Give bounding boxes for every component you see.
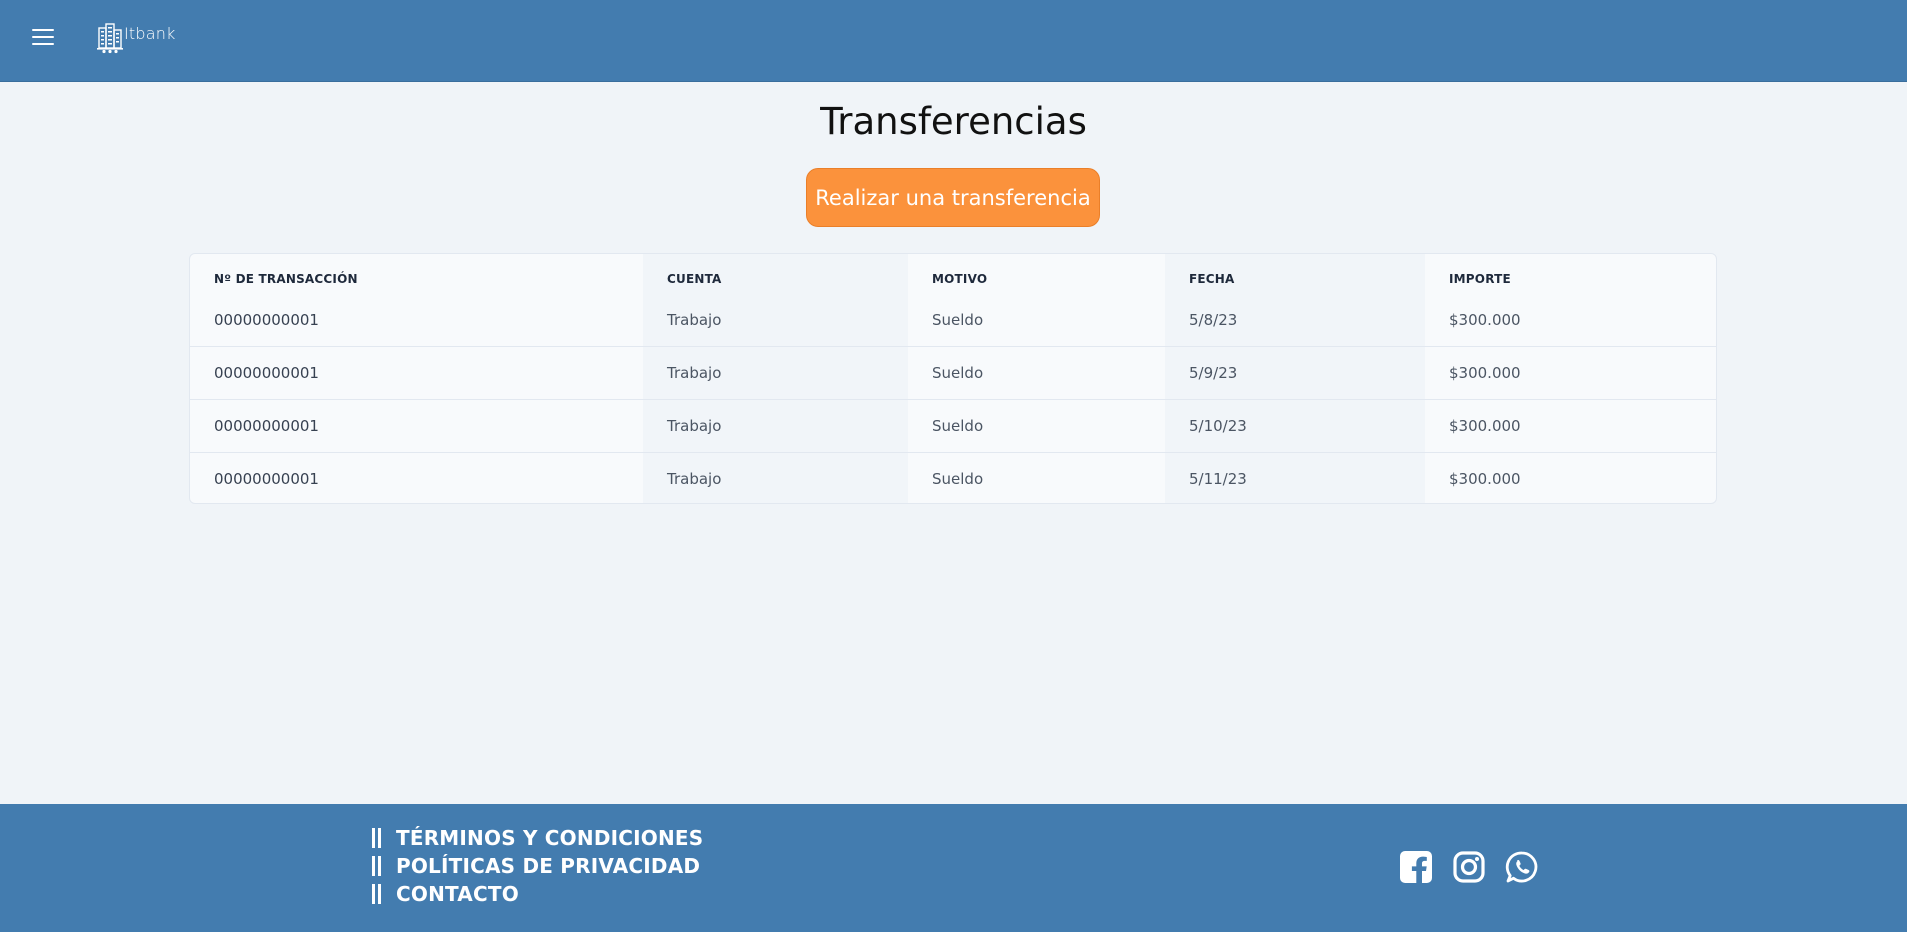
footer-link-label: TÉRMINOS Y CONDICIONES xyxy=(396,826,704,850)
cell-amount: $300.000 xyxy=(1425,345,1716,399)
cell-reason: Sueldo xyxy=(932,310,984,329)
cell-amount: $300.000 xyxy=(1425,451,1716,503)
cell-account: Trabajo xyxy=(643,345,908,399)
table-row[interactable]: 00000000001 Trabajo Sueldo 5/8/23 $300.0… xyxy=(190,294,1716,346)
logo[interactable]: Itbank xyxy=(97,22,176,54)
header-reason: MOTIVO xyxy=(932,272,988,286)
double-bar-icon xyxy=(372,856,382,876)
table-header-row: Nº DE TRANSACCIÓN CUENTA MOTIVO FECHA IM… xyxy=(190,254,1716,294)
cell-amount: $300.000 xyxy=(1425,398,1716,452)
facebook-icon[interactable] xyxy=(1399,850,1433,884)
logo-text: Itbank xyxy=(124,24,176,43)
cell-account: Trabajo xyxy=(643,398,908,452)
double-bar-icon xyxy=(372,884,382,904)
whatsapp-icon[interactable] xyxy=(1505,850,1539,884)
page-title: Transferencias xyxy=(820,100,1087,143)
cell-reason: Sueldo xyxy=(908,451,1165,503)
cell-date: 5/8/23 xyxy=(1165,294,1425,346)
social-links xyxy=(1399,850,1539,884)
cell-date: 5/9/23 xyxy=(1165,345,1425,399)
footer-link-privacy[interactable]: POLÍTICAS DE PRIVACIDAD xyxy=(372,852,703,880)
cell-transaction-number: 00000000001 xyxy=(190,398,643,452)
footer-link-label: POLÍTICAS DE PRIVACIDAD xyxy=(396,854,701,878)
cell-transaction-number: 00000000001 xyxy=(190,451,643,503)
hamburger-icon[interactable] xyxy=(32,29,54,46)
cell-reason: Sueldo xyxy=(908,398,1165,452)
table-row[interactable]: 00000000001 Trabajo Sueldo 5/11/23 $300.… xyxy=(190,451,1716,503)
header-transaction-number: Nº DE TRANSACCIÓN xyxy=(214,272,358,286)
cell-amount: $300.000 xyxy=(1449,310,1521,329)
cell-account: Trabajo xyxy=(643,294,908,346)
footer-link-terms[interactable]: TÉRMINOS Y CONDICIONES xyxy=(372,824,703,852)
buildings-icon xyxy=(97,23,123,54)
top-navbar: Itbank xyxy=(0,0,1907,82)
cell-reason: Sueldo xyxy=(908,345,1165,399)
header-account: CUENTA xyxy=(643,254,908,294)
cell-account: Trabajo xyxy=(643,451,908,503)
cell-transaction-number: 00000000001 xyxy=(214,310,319,329)
cell-date: 5/10/23 xyxy=(1165,398,1425,452)
cell-transaction-number: 00000000001 xyxy=(190,345,643,399)
header-date: FECHA xyxy=(1165,254,1425,294)
double-bar-icon xyxy=(372,828,382,848)
cell-date: 5/11/23 xyxy=(1165,451,1425,503)
footer-link-contact[interactable]: CONTACTO xyxy=(372,880,703,908)
instagram-icon[interactable] xyxy=(1452,850,1486,884)
table-row[interactable]: 00000000001 Trabajo Sueldo 5/10/23 $300.… xyxy=(190,398,1716,452)
table-row[interactable]: 00000000001 Trabajo Sueldo 5/9/23 $300.0… xyxy=(190,345,1716,399)
header-amount: IMPORTE xyxy=(1449,272,1511,286)
footer-link-label: CONTACTO xyxy=(396,882,519,906)
new-transfer-button[interactable]: Realizar una transferencia xyxy=(806,168,1100,227)
transfers-table: Nº DE TRANSACCIÓN CUENTA MOTIVO FECHA IM… xyxy=(189,253,1717,504)
footer-links: TÉRMINOS Y CONDICIONES POLÍTICAS DE PRIV… xyxy=(372,824,703,908)
footer: TÉRMINOS Y CONDICIONES POLÍTICAS DE PRIV… xyxy=(0,804,1907,932)
